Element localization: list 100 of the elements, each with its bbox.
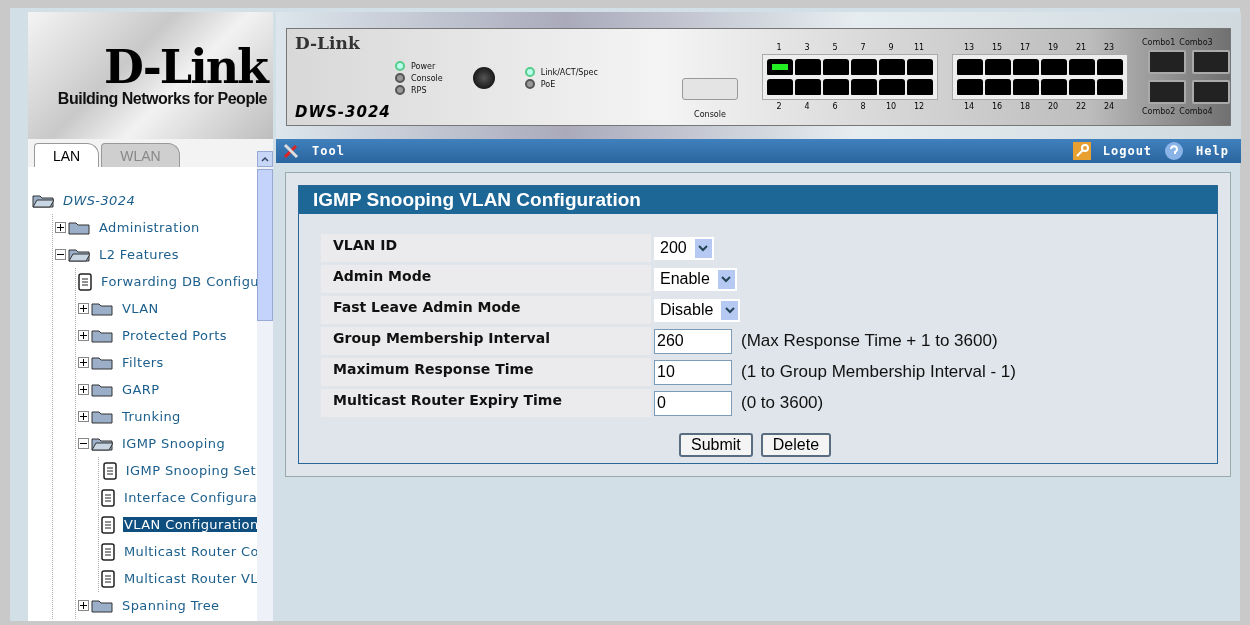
field-label: Multicast Router Expiry Time xyxy=(321,389,651,417)
port-number: 4 xyxy=(803,102,811,111)
logo-text: D-Link xyxy=(104,43,267,90)
tree-item[interactable]: VLAN Configuration xyxy=(123,517,257,532)
form-button[interactable]: Submit xyxy=(679,433,753,457)
panel-logo: D-Link xyxy=(295,33,361,53)
sfp-port xyxy=(1192,50,1230,74)
tree-item[interactable]: VLAN xyxy=(121,301,160,316)
led-label: RPS xyxy=(411,85,427,95)
tree-item[interactable]: DWS-3024 xyxy=(62,193,137,208)
tree-item[interactable]: GARP xyxy=(121,382,161,397)
field-label: Fast Leave Admin Mode xyxy=(321,296,651,324)
tree-item[interactable]: Interface Configura xyxy=(123,490,257,505)
help-link[interactable]: Help xyxy=(1190,144,1235,158)
field-label: Admin Mode xyxy=(321,265,651,293)
document-icon xyxy=(101,569,115,588)
expand-icon[interactable] xyxy=(78,411,89,422)
tree-item[interactable]: Protected Ports xyxy=(121,328,228,343)
port-number: 15 xyxy=(990,43,1004,52)
combo-label: Combo4 xyxy=(1179,107,1213,116)
port-number: 8 xyxy=(859,102,867,111)
port-number: 16 xyxy=(990,102,1004,111)
console-label: Console xyxy=(694,110,726,119)
serial-port xyxy=(682,78,738,100)
document-icon xyxy=(101,542,115,561)
port-number: 2 xyxy=(775,102,783,111)
logo-tagline: Building Networks for People xyxy=(57,89,267,108)
tree-item[interactable]: Multicast Router VL xyxy=(123,571,257,586)
document-icon xyxy=(101,488,115,507)
tools-icon xyxy=(282,142,300,160)
led-label: PoE xyxy=(540,79,556,89)
input-field[interactable]: 10 xyxy=(654,359,732,385)
expand-icon[interactable] xyxy=(78,303,89,314)
caret-icon xyxy=(717,269,735,289)
port-number: 18 xyxy=(1018,102,1032,111)
open-folder-icon xyxy=(68,247,90,262)
reset-knob xyxy=(472,67,495,89)
expand-icon[interactable] xyxy=(78,600,89,611)
port-number: 17 xyxy=(1018,43,1032,52)
document-icon xyxy=(102,461,117,480)
help-icon xyxy=(1164,141,1185,161)
tree-item[interactable]: Administration xyxy=(98,220,201,235)
folder-icon xyxy=(91,382,113,397)
expand-icon[interactable] xyxy=(78,330,89,341)
port-number: 5 xyxy=(831,43,839,52)
led-label: Console xyxy=(411,73,443,83)
dropdown[interactable]: Disable xyxy=(654,298,741,322)
port-number: 11 xyxy=(912,43,926,52)
tool-menu[interactable]: Tool xyxy=(306,144,351,158)
expand-icon[interactable] xyxy=(78,384,89,395)
port-number: 6 xyxy=(831,102,839,111)
document-icon xyxy=(101,515,115,534)
led-label: Link/ACT/Spec xyxy=(540,67,598,77)
led-label: Power xyxy=(411,61,436,71)
combo-label: Combo3 xyxy=(1179,38,1213,47)
port-number: 23 xyxy=(1102,43,1116,52)
expand-icon[interactable] xyxy=(55,222,66,233)
dropdown[interactable]: 200 xyxy=(654,236,714,260)
tree-item[interactable]: IGMP Snooping xyxy=(121,436,227,451)
tree-item[interactable]: Spanning Tree xyxy=(121,598,221,613)
expand-icon[interactable] xyxy=(78,357,89,368)
caret-up-icon xyxy=(261,156,269,162)
tree-item[interactable]: L2 Features xyxy=(98,247,180,262)
input-field[interactable]: 260 xyxy=(654,328,732,354)
caret-icon xyxy=(694,238,712,258)
input-field[interactable]: 0 xyxy=(654,390,732,416)
tree-item[interactable]: Forwarding DB Configu xyxy=(100,274,257,289)
document-icon xyxy=(78,272,92,291)
collapse-icon[interactable] xyxy=(78,438,89,449)
port-number: 1 xyxy=(775,43,783,52)
field-label: VLAN ID xyxy=(321,234,651,262)
tree-item[interactable]: IGMP Snooping Set xyxy=(124,463,257,478)
folder-icon xyxy=(91,301,113,316)
port-number: 12 xyxy=(912,102,926,111)
folder-icon xyxy=(91,328,113,343)
port-number: 10 xyxy=(884,102,898,111)
folder-icon xyxy=(91,598,113,613)
dropdown[interactable]: Enable xyxy=(654,267,737,291)
scrollbar-thumb[interactable] xyxy=(257,169,273,321)
combo-label: Combo1 xyxy=(1142,38,1176,47)
combo-label: Combo2 xyxy=(1142,107,1176,116)
sfp-port xyxy=(1148,80,1186,104)
field-label: Group Membership Interval xyxy=(321,327,651,355)
range-hint: (0 to 3600) xyxy=(741,393,824,413)
panel-title: IGMP Snooping VLAN Configuration xyxy=(299,186,1217,214)
port-number: 20 xyxy=(1046,102,1060,111)
open-folder-icon xyxy=(32,193,54,208)
sfp-port xyxy=(1148,50,1186,74)
folder-icon xyxy=(91,355,113,370)
scroll-up-button[interactable] xyxy=(257,151,273,167)
port-number: 14 xyxy=(962,102,976,111)
form-button[interactable]: Delete xyxy=(760,433,832,457)
tab[interactable]: LAN xyxy=(34,143,100,167)
folder-icon xyxy=(68,220,90,235)
port-number: 22 xyxy=(1074,102,1088,111)
collapse-icon[interactable] xyxy=(55,249,66,260)
tree-item[interactable]: Filters xyxy=(121,355,165,370)
port-number: 3 xyxy=(803,43,811,52)
logout-link[interactable]: Logout xyxy=(1096,144,1159,158)
tree-item[interactable]: Trunking xyxy=(121,409,182,424)
